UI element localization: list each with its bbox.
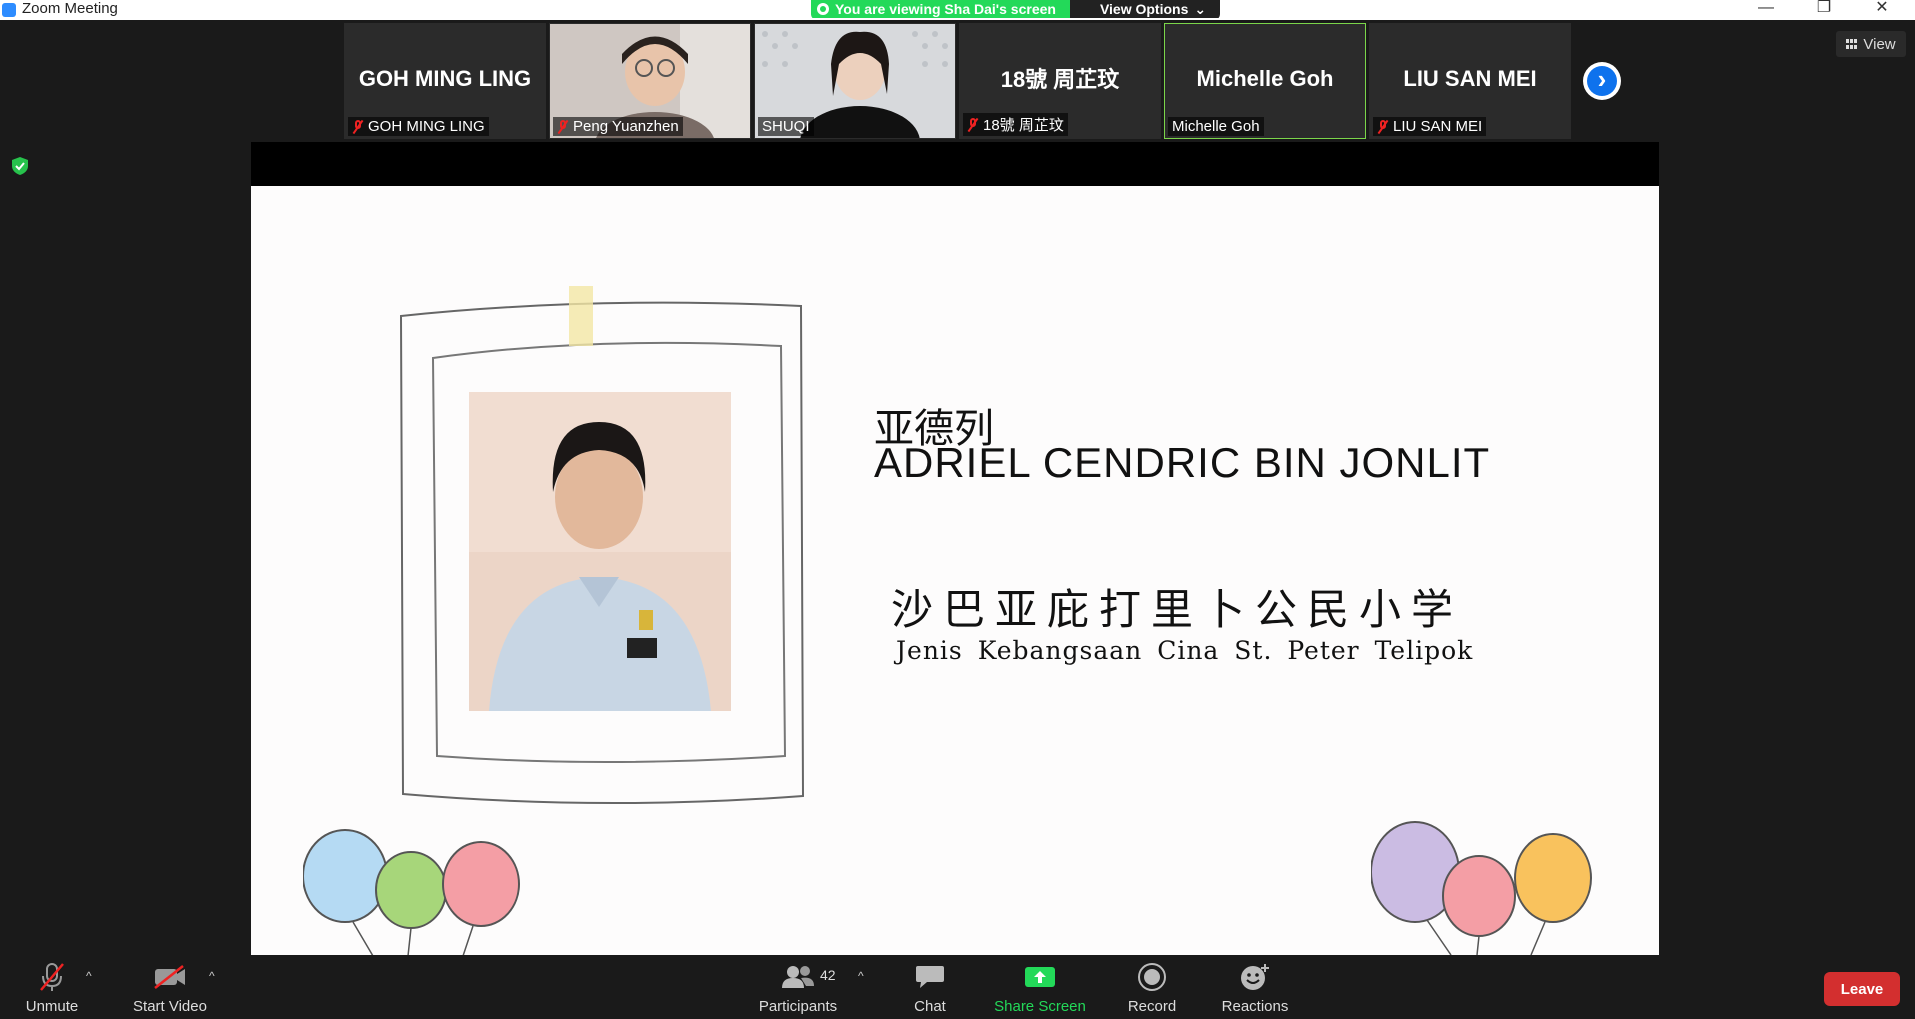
share-screen-label: Share Screen [994,998,1086,1015]
minimize-button[interactable]: — [1742,0,1790,20]
mic-muted-icon [1377,119,1389,134]
school-name-chinese: 沙巴亚庇打里卜公民小学 [891,585,1464,634]
record-label: Record [1127,998,1177,1015]
balloons-left-decoration [303,829,520,955]
participant-name-label: Michelle Goh [1168,117,1264,136]
participant-display-name: GOH MING LING [358,66,532,91]
participant-display-name: Michelle Goh [1196,66,1334,91]
record-icon [1138,963,1166,991]
record-button[interactable]: Record [1122,961,1182,1015]
participants-count: 42 [820,967,836,983]
unmute-button[interactable]: Unmute [22,961,82,1015]
balloons-right-decoration [1371,821,1592,955]
participant-name: GOH MING LING [368,118,485,135]
chat-icon [916,966,944,988]
start-video-label: Start Video [133,998,207,1015]
participant-name-label: SHUQI [758,117,814,136]
microphone-muted-icon [40,963,64,991]
participant-name: LIU SAN MEI [1393,118,1483,135]
grid-icon [1846,39,1858,49]
close-button[interactable]: ✕ [1858,0,1906,20]
share-status-icon [817,3,829,15]
participant-tile[interactable]: SHUQI [754,23,956,139]
unmute-label: Unmute [25,998,79,1015]
restore-button[interactable]: ❐ [1800,0,1848,20]
video-options-caret[interactable]: ^ [209,969,215,983]
shared-screen: 亚德列 ADRIEL CENDRIC BIN JONLIT 沙巴亚庇打里卜公民小… [251,142,1659,955]
minimize-icon: — [1758,0,1774,16]
mic-muted-icon [352,119,364,134]
view-options-button[interactable]: View Options ⌄ [1069,0,1221,18]
leave-meeting-button[interactable]: Leave [1824,972,1900,1006]
view-button[interactable]: View [1836,31,1906,57]
reactions-button[interactable]: Reactions [1215,961,1295,1015]
student-name-english: ADRIEL CENDRIC BIN JONLIT [874,439,1491,486]
start-video-button[interactable]: Start Video [128,961,212,1015]
restore-icon: ❐ [1816,0,1832,16]
security-shield-icon[interactable] [12,157,28,175]
participant-name: 18號 周芷玟 [983,117,1064,134]
shared-screen-top-bar [251,142,1659,186]
meeting-toolbar: Unmute ^ Start Video ^ Participants 42 ^ [0,955,1915,1019]
chat-label: Chat [914,998,946,1015]
participant-name-label: GOH MING LING [348,117,489,136]
participant-tile[interactable]: LIU SAN MEI LIU SAN MEI [1369,23,1571,139]
presentation-slide: 亚德列 ADRIEL CENDRIC BIN JONLIT 沙巴亚庇打里卜公民小… [251,186,1659,955]
participant-tile-speaking[interactable]: Michelle Goh Michelle Goh [1164,23,1366,139]
share-screen-icon [1025,967,1055,987]
video-off-icon [154,965,185,989]
student-photo [469,392,731,711]
title-bar: Zoom Meeting You are viewing Sha Dai's s… [0,0,1915,20]
viewing-screen-text: You are viewing Sha Dai's screen [835,1,1056,17]
window-title: Zoom Meeting [22,0,118,17]
participant-name: Peng Yuanzhen [573,118,679,135]
mic-muted-icon [967,117,979,132]
zoom-app-icon [2,3,16,17]
chevron-right-icon: › [1597,64,1607,94]
participant-tile[interactable]: Peng Yuanzhen [549,23,751,139]
participant-tile[interactable]: 18號 周芷玟 18號 周芷玟 [959,23,1161,139]
participants-label: Participants [758,998,838,1015]
participant-name-label: LIU SAN MEI [1373,117,1487,136]
next-page-button[interactable]: › [1583,62,1621,100]
participant-tile[interactable]: GOH MING LING GOH MING LING [344,23,546,139]
participants-icon [782,966,814,988]
participant-name: SHUQI [762,118,810,135]
participant-display-name: 18號 周芷玟 [1000,67,1120,92]
viewing-screen-indicator: You are viewing Sha Dai's screen [811,0,1070,18]
participants-options-caret[interactable]: ^ [858,969,864,983]
mic-muted-icon [557,119,569,134]
view-button-label: View [1863,35,1896,53]
participant-display-name: LIU SAN MEI [1403,66,1537,91]
chevron-down-icon: ⌄ [1194,0,1207,17]
view-options-label: View Options [1099,1,1189,17]
share-screen-button[interactable]: Share Screen [990,961,1090,1015]
audio-options-caret[interactable]: ^ [86,969,92,983]
participant-name: Michelle Goh [1172,118,1260,135]
participant-strip: GOH MING LING GOH MING LING Peng Yuanzhe… [344,23,1571,139]
chat-button[interactable]: Chat [900,961,960,1015]
participant-name-label: 18號 周芷玟 [963,113,1068,136]
participant-name-label: Peng Yuanzhen [553,117,683,136]
reactions-label: Reactions [1221,998,1289,1015]
school-name-malay: Jenis Kebangsaan Cina St. Peter Telipok [896,636,1474,665]
share-banner: You are viewing Sha Dai's screen View Op… [811,0,1221,20]
reactions-smiley-icon [1241,964,1269,990]
close-icon: ✕ [1875,0,1889,16]
